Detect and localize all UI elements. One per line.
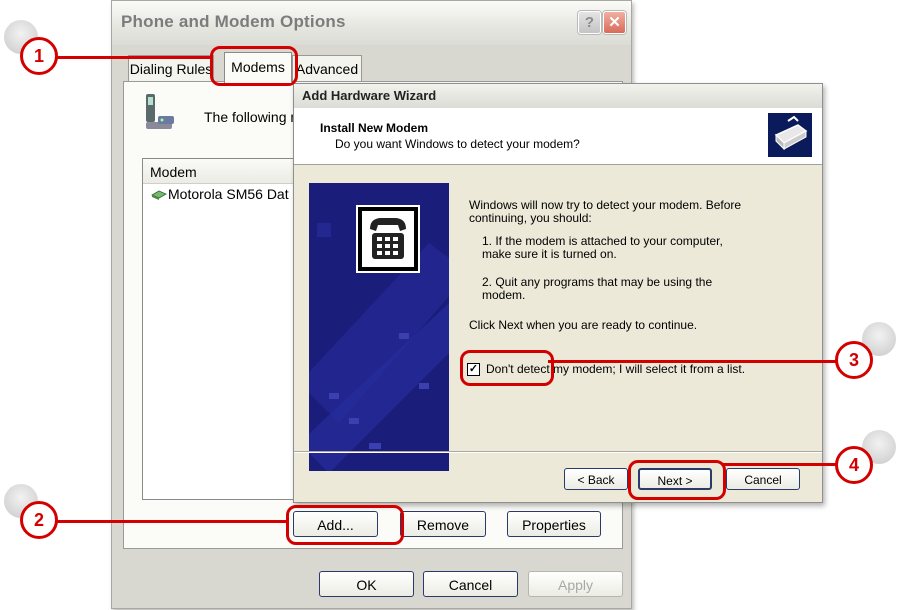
add-hardware-wizard: Add Hardware Wizard Install New Modem Do… [293,83,823,503]
wizard-cancel-button[interactable]: Cancel [726,468,800,490]
ok-button[interactable]: OK [319,571,414,597]
column-modem[interactable]: Modem [150,164,197,180]
title-bar: Phone and Modem Options ? ✕ [112,1,631,45]
callout-4-highlight [628,460,726,500]
wizard-intro-text: Windows will now try to detect your mode… [469,198,742,225]
wizard-header-title: Install New Modem [320,121,429,135]
tab-advanced[interactable]: Advanced [292,55,362,82]
callout-1-line [56,56,211,59]
wizard-header-subtitle: Do you want Windows to detect your modem… [335,137,580,151]
callout-4: 4 [835,446,873,484]
wizard-step-1: 1. If the modem is attached to your comp… [482,234,723,261]
list-item[interactable]: Motorola SM56 Dat [168,186,289,202]
wizard-divider [294,451,822,453]
callout-4-line [722,463,836,466]
callout-2: 2 [20,501,58,539]
telephone-icon [356,205,420,273]
dialog-title: Phone and Modem Options [121,12,346,31]
apply-button[interactable]: Apply [528,571,623,597]
wizard-continue-text: Click Next when you are ready to continu… [469,318,698,332]
cancel-button[interactable]: Cancel [423,571,518,597]
callout-3-highlight [460,350,554,386]
remove-button[interactable]: Remove [400,511,486,537]
close-icon[interactable]: ✕ [603,11,626,34]
back-button[interactable]: < Back [564,468,628,490]
wizard-title-bar: Add Hardware Wizard [294,84,822,108]
intro-text: The following m [204,109,303,125]
properties-button[interactable]: Properties [507,511,601,537]
callout-3: 3 [835,341,873,379]
wizard-step-2: 2. Quit any programs that may be using t… [482,275,713,302]
tab-dialing-rules[interactable]: Dialing Rules [128,55,214,82]
wizard-title: Add Hardware Wizard [302,88,437,103]
modem-icon [151,190,167,200]
help-icon[interactable]: ? [578,11,601,34]
hardware-wizard-icon [768,113,812,157]
phone-modem-icon [146,94,174,129]
tab-modems[interactable]: Modems [224,52,292,83]
callout-2-line [56,520,287,523]
callout-3-line [548,360,836,363]
callout-2-highlight [286,505,404,545]
callout-1: 1 [20,37,58,75]
